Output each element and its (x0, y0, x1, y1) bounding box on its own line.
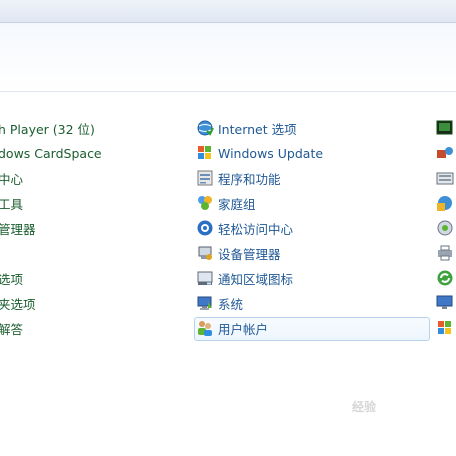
left-item-label: 工具 (0, 196, 24, 212)
left-item-troubleshooting[interactable]: 解答 (0, 317, 23, 339)
header-band (0, 23, 456, 92)
window-top-strip (0, 0, 456, 23)
cp-item-right-8[interactable] (436, 292, 454, 314)
cp-item-right-5[interactable] (436, 217, 454, 239)
system-icon (196, 294, 214, 312)
internet-options-icon (196, 119, 214, 137)
cp-item-right-4[interactable] (436, 192, 454, 214)
cp-item-system[interactable]: 系统 (196, 292, 243, 314)
display-icon (436, 294, 454, 312)
watermark: 经验 (352, 400, 377, 414)
region-icon (436, 194, 454, 212)
cp-item-label: 设备管理器 (218, 246, 281, 262)
cp-item-right-2[interactable] (436, 142, 454, 164)
cp-item-programs-features[interactable]: 程序和功能 (196, 167, 281, 189)
network-icon (436, 144, 454, 162)
left-item-center[interactable]: 中心 (0, 167, 23, 189)
cp-item-right-1[interactable] (436, 117, 454, 139)
programs-features-icon (196, 169, 214, 187)
windows-update-icon (196, 144, 214, 162)
windows-icon (436, 319, 454, 337)
monitor-icon (436, 119, 454, 137)
cp-item-right-6[interactable] (436, 242, 454, 264)
cp-item-label: 系统 (218, 296, 244, 312)
cp-item-user-accounts[interactable]: 用户帐户 (196, 317, 268, 339)
cp-item-label: 程序和功能 (218, 171, 281, 187)
user-accounts-icon (196, 319, 214, 337)
left-item-label: h Player (32 位) (0, 121, 95, 137)
cp-item-homegroup[interactable]: 家庭组 (196, 192, 256, 214)
cp-item-internet-options[interactable]: Internet 选项 (196, 117, 297, 139)
cp-item-notification-area[interactable]: 通知区域图标 (196, 267, 293, 289)
left-item-cardspace[interactable]: dows CardSpace (0, 142, 102, 164)
cp-item-label: Windows Update (218, 145, 324, 161)
left-item-label: 中心 (0, 171, 24, 187)
device-manager-icon (196, 244, 214, 262)
cp-item-right-7[interactable] (436, 267, 454, 289)
cp-item-right-3[interactable] (436, 167, 454, 189)
ease-of-access-icon (196, 219, 214, 237)
cp-item-label: 通知区域图标 (218, 271, 294, 287)
printer-icon (436, 244, 454, 262)
homegroup-icon (196, 194, 214, 212)
left-item-folder-options[interactable]: 夹选项 (0, 292, 36, 314)
left-item-label: dows CardSpace (0, 145, 102, 161)
cp-item-label: 用户帐户 (218, 321, 269, 337)
cp-item-windows-update[interactable]: Windows Update (196, 142, 323, 164)
left-item-label: 管理器 (0, 221, 36, 237)
cp-item-right-9[interactable] (436, 317, 454, 339)
keyboard-icon (436, 169, 454, 187)
location-icon (436, 219, 454, 237)
cp-item-ease-of-access[interactable]: 轻松访问中心 (196, 217, 293, 239)
notification-area-icon (196, 269, 214, 287)
cp-item-label: Internet 选项 (218, 121, 297, 137)
left-item-label: 选项 (0, 271, 24, 287)
left-item-tools[interactable]: 工具 (0, 192, 23, 214)
cp-item-label: 轻松访问中心 (218, 221, 294, 237)
left-item-flash-player[interactable]: h Player (32 位) (0, 117, 95, 139)
sync-icon (436, 269, 454, 287)
cp-item-label: 家庭组 (218, 196, 256, 212)
left-item-label: 解答 (0, 321, 24, 337)
left-item-manager[interactable]: 管理器 (0, 217, 36, 239)
cp-item-device-manager[interactable]: 设备管理器 (196, 242, 281, 264)
left-item-label: 夹选项 (0, 296, 36, 312)
left-item-options[interactable]: 选项 (0, 267, 23, 289)
